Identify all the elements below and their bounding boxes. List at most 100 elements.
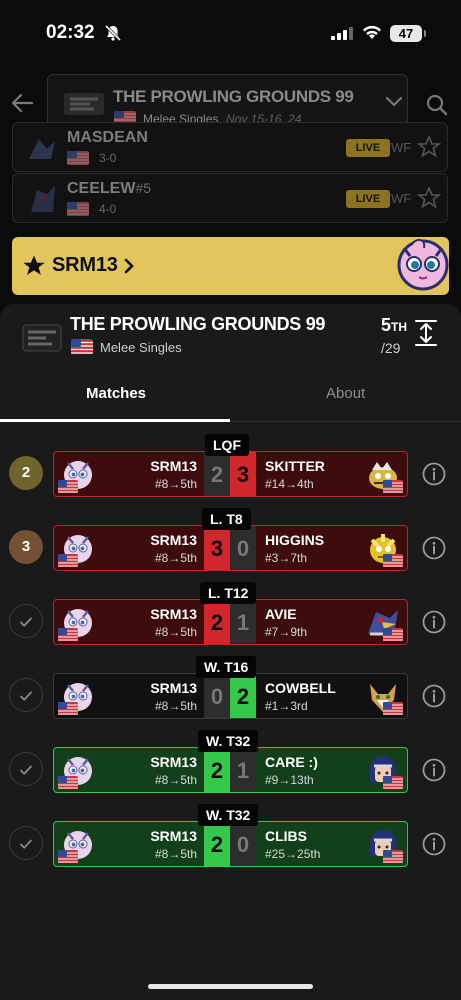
player1-name: SRM13 xyxy=(150,828,197,844)
match-status-badge: 3 xyxy=(9,530,43,564)
tab-matches[interactable]: Matches xyxy=(86,385,146,402)
us-flag-icon xyxy=(383,776,403,792)
player2-name: HIGGINS xyxy=(265,532,325,548)
match-card[interactable]: SRM13 #8→5th 0 2 COWBELL #1→3rd xyxy=(53,673,408,719)
player1-name: SRM13 xyxy=(150,532,197,548)
player1-score: 2 xyxy=(204,748,230,792)
check-icon xyxy=(9,604,43,638)
round-label: WF xyxy=(391,140,412,155)
match-row[interactable]: W. T32 SRM13 #8→5th 2 1 CARE :) #9→13th xyxy=(0,730,461,804)
star-icon[interactable] xyxy=(22,254,46,283)
match-row[interactable]: 2 LQF SRM13 #8→5th 2 3 SKITTER #14→4th xyxy=(0,434,461,508)
home-indicator[interactable] xyxy=(148,984,313,989)
player1-seed: #8→5th xyxy=(154,625,197,639)
player-avatar xyxy=(25,180,61,216)
player2-seed: #7→9th xyxy=(265,625,308,639)
match-card[interactable]: SRM13 #8→5th 2 1 CARE :) #9→13th xyxy=(53,747,408,793)
player2-score: 0 xyxy=(230,822,256,866)
player1-score: 2 xyxy=(204,600,230,644)
player-banner-name: SRM13 xyxy=(52,254,118,276)
match-row[interactable]: L. T12 SRM13 #8→5th 2 1 AVIE #7→9th xyxy=(0,582,461,656)
player1-score: 2 xyxy=(204,822,230,866)
placing: 5TH xyxy=(381,315,408,335)
player2-score: 2 xyxy=(230,674,256,718)
us-flag-icon xyxy=(58,850,78,866)
round-label: L. T8 xyxy=(202,508,251,530)
search-icon[interactable] xyxy=(426,94,448,121)
player-banner[interactable]: SRM13 xyxy=(12,237,449,295)
player1-name: SRM13 xyxy=(150,754,197,770)
character-icon xyxy=(392,232,454,294)
round-label: LQF xyxy=(205,434,249,456)
match-row[interactable]: 3 L. T8 SRM13 #8→5th 3 0 HIGGINS #3→7th xyxy=(0,508,461,582)
match-card[interactable]: SRM13 #8→5th 2 1 AVIE #7→9th xyxy=(53,599,408,645)
round-label: W. T32 xyxy=(198,730,259,752)
tab-about[interactable]: About xyxy=(326,385,365,402)
us-flag-icon xyxy=(67,151,89,170)
player1-seed: #8→5th xyxy=(154,477,197,491)
tab-underline xyxy=(0,419,230,422)
tournament-logo xyxy=(62,89,106,119)
player1-name: SRM13 xyxy=(150,680,197,696)
player2-score: 0 xyxy=(230,526,256,570)
info-icon[interactable] xyxy=(422,536,446,565)
list-item[interactable]: MASDEAN 3-0 LIVE WF xyxy=(12,122,448,172)
player2-score: 1 xyxy=(230,748,256,792)
info-icon[interactable] xyxy=(422,462,446,491)
us-flag-icon xyxy=(383,702,403,718)
player1-score: 0 xyxy=(204,674,230,718)
wifi-icon xyxy=(362,25,382,45)
tournament-title: THE PROWLING GROUNDS 99 xyxy=(113,87,354,106)
info-icon[interactable] xyxy=(422,684,446,713)
us-flag-icon xyxy=(67,202,89,221)
live-badge: LIVE xyxy=(346,139,390,157)
round-label: WF xyxy=(391,191,412,206)
player-record: 4-0 xyxy=(99,202,117,216)
round-label: W. T32 xyxy=(198,804,259,826)
list-item[interactable]: CEELEW#5 4-0 LIVE WF xyxy=(12,173,448,223)
player2-seed: #3→7th xyxy=(265,551,308,565)
round-label: L. T12 xyxy=(200,582,257,604)
expand-icon[interactable] xyxy=(414,319,438,352)
sheet-game: Melee Singles xyxy=(100,340,182,355)
us-flag-icon xyxy=(383,628,403,644)
tab-bar: Matches About xyxy=(0,376,461,422)
us-flag-icon xyxy=(383,850,403,866)
player1-seed: #8→5th xyxy=(154,773,197,787)
info-icon[interactable] xyxy=(422,758,446,787)
player2-seed: #14→4th xyxy=(265,477,314,491)
signal-icon xyxy=(331,27,353,45)
battery-indicator: 47 xyxy=(390,25,426,42)
entrant-count: /29 xyxy=(381,340,401,356)
player2-score: 3 xyxy=(230,452,256,496)
chevron-down-icon xyxy=(385,95,403,113)
star-icon[interactable] xyxy=(416,134,442,164)
chevron-right-icon xyxy=(122,257,136,280)
match-row[interactable]: W. T32 SRM13 #8→5th 2 0 CLIBS #25→25th xyxy=(0,804,461,878)
us-flag-icon xyxy=(71,339,93,359)
match-card[interactable]: SRM13 #8→5th 2 0 CLIBS #25→25th xyxy=(53,821,408,867)
star-icon[interactable] xyxy=(416,185,442,215)
status-bar: 02:32 47 xyxy=(0,0,461,66)
info-icon[interactable] xyxy=(422,610,446,639)
player-record: 3-0 xyxy=(99,151,117,165)
player1-seed: #8→5th xyxy=(154,847,197,861)
player1-seed: #8→5th xyxy=(154,699,197,713)
match-row[interactable]: W. T16 SRM13 #8→5th 0 2 COWBELL #1→3rd xyxy=(0,656,461,730)
player1-score: 2 xyxy=(204,452,230,496)
us-flag-icon xyxy=(383,480,403,496)
us-flag-icon xyxy=(58,628,78,644)
player1-name: SRM13 xyxy=(150,458,197,474)
check-icon xyxy=(9,678,43,712)
player1-score: 3 xyxy=(204,526,230,570)
status-time: 02:32 xyxy=(46,22,95,43)
match-card[interactable]: SRM13 #8→5th 3 0 HIGGINS #3→7th xyxy=(53,525,408,571)
player2-name: CARE :) xyxy=(265,754,318,770)
round-label: W. T16 xyxy=(196,656,257,678)
player2-seed: #9→13th xyxy=(265,773,314,787)
info-icon[interactable] xyxy=(422,832,446,861)
back-arrow-icon[interactable] xyxy=(10,92,34,119)
match-card[interactable]: SRM13 #8→5th 2 3 SKITTER #14→4th xyxy=(53,451,408,497)
bell-slash-icon xyxy=(104,24,122,47)
player2-name: COWBELL xyxy=(265,680,336,696)
